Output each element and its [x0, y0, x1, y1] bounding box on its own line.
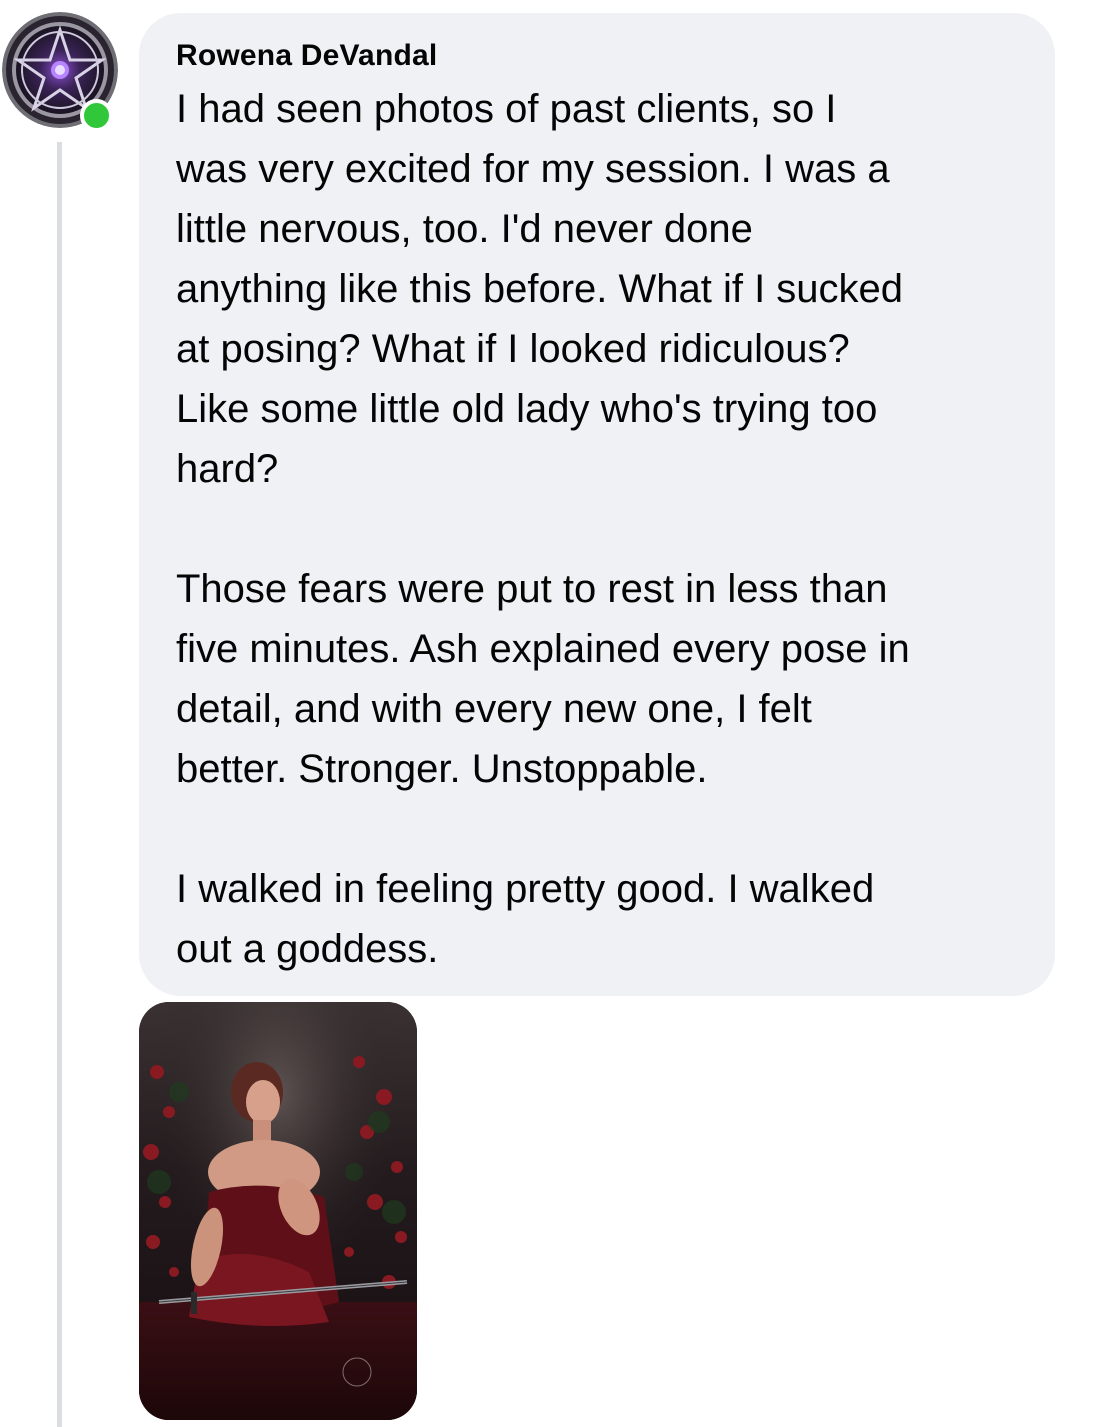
online-status-indicator	[80, 99, 113, 132]
thread-line	[57, 142, 62, 1427]
comment-author-name[interactable]: Rowena DeVandal	[176, 39, 437, 73]
comment-bubble: Rowena DeVandal I had seen photos of pas…	[139, 13, 1055, 996]
comment-paragraph: I had seen photos of past clients, so I …	[176, 87, 904, 491]
comment-paragraph: Those fears were put to rest in less tha…	[176, 567, 910, 791]
photo-image	[139, 1002, 417, 1420]
comment-text: I had seen photos of past clients, so I …	[176, 79, 1046, 979]
comment-paragraph: I walked in feeling pretty good. I walke…	[176, 867, 875, 971]
comment-photo-attachment[interactable]	[139, 1002, 417, 1420]
